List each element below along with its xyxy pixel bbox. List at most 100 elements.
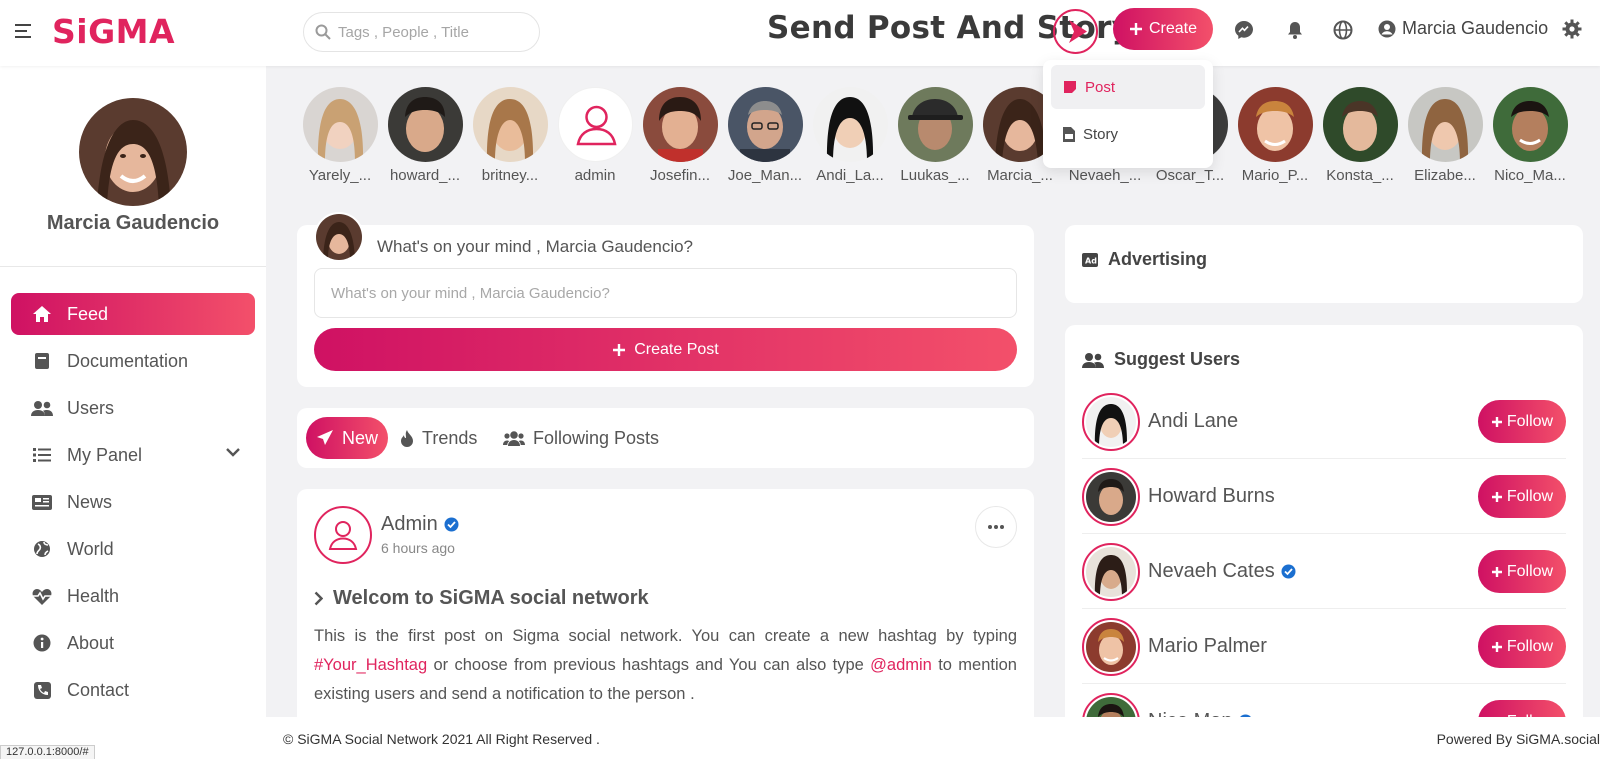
story-name: Mario_P... (1241, 167, 1309, 184)
bell-icon[interactable] (1284, 19, 1306, 41)
advertising-title-text: Advertising (1108, 249, 1208, 269)
story-avatar (1407, 87, 1483, 162)
suggested-user-avatar[interactable] (1082, 468, 1140, 526)
story-name: admin (574, 167, 616, 184)
users-icon (1082, 352, 1104, 368)
tab-label: Following Posts (533, 427, 660, 448)
tab-new[interactable]: New (306, 417, 389, 459)
story-item[interactable]: Yarely_... (301, 87, 379, 184)
suggested-user-row: Mario Palmer Follow (1082, 609, 1566, 684)
verified-icon (444, 517, 459, 532)
story-name: Nevaeh_... (1068, 167, 1142, 184)
story-name: Elizabe... (1414, 167, 1476, 184)
follow-button[interactable]: Follow (1478, 400, 1566, 443)
story-item[interactable]: Mario_P... (1236, 87, 1314, 184)
create-story-item[interactable]: Story (1051, 112, 1205, 156)
suggest-users-card: Suggest Users Andi Lane Follow Howard Bu… (1065, 325, 1583, 759)
post-author-avatar[interactable] (314, 506, 372, 564)
plus-icon (1491, 641, 1502, 652)
post-author[interactable]: Admin (381, 513, 459, 536)
story-item[interactable]: britney... (471, 87, 549, 184)
sidebar-item-feed[interactable]: Feed (11, 293, 255, 335)
sidebar-item-label: Documentation (67, 350, 189, 371)
story-item[interactable]: Konsta_... (1321, 87, 1399, 184)
more-options-button[interactable] (975, 506, 1017, 548)
story-item[interactable]: Luukas_... (896, 87, 974, 184)
follow-button[interactable]: Follow (1478, 625, 1566, 668)
story-name: Andi_La... (816, 167, 884, 184)
search-input[interactable] (338, 21, 528, 43)
suggested-user-row: Howard Burns Follow (1082, 459, 1566, 534)
sidebar-item-documentation[interactable]: Documentation (11, 340, 255, 382)
sidebar-item-health[interactable]: Health (11, 575, 255, 617)
search-icon (315, 24, 331, 40)
sidebar-item-my-panel[interactable]: My Panel (11, 434, 255, 476)
globe-icon[interactable] (1332, 19, 1354, 41)
story-name: Yarely_... (308, 167, 372, 184)
sidebar-item-users[interactable]: Users (11, 387, 255, 429)
profile-avatar[interactable] (79, 98, 187, 206)
suggested-user-name[interactable]: Mario Palmer (1148, 635, 1267, 658)
chevron-down-icon[interactable] (225, 447, 241, 457)
story-avatar (1237, 87, 1313, 162)
suggested-user-avatar[interactable] (1082, 543, 1140, 601)
story-item[interactable]: admin (556, 87, 634, 184)
mention-link[interactable]: @admin (870, 656, 932, 674)
sidebar-item-news[interactable]: News (11, 481, 255, 523)
create-post-button[interactable]: Create Post (314, 328, 1017, 371)
create-button[interactable]: Create (1113, 8, 1213, 50)
user-name-text: Howard Burns (1148, 485, 1275, 507)
follow-button[interactable]: Follow (1478, 475, 1566, 518)
post-title[interactable]: Welcom to SiGMA social network (314, 587, 649, 610)
story-name: Nico_Ma... (1494, 167, 1566, 184)
menu-icon[interactable] (15, 24, 31, 38)
messenger-icon[interactable] (1233, 19, 1255, 41)
search-box[interactable] (303, 12, 540, 52)
follow-label: Follow (1506, 637, 1554, 655)
logo[interactable]: SiGMA (52, 12, 175, 51)
sidebar-item-about[interactable]: About (11, 622, 255, 664)
story-item[interactable]: Joe_Man... (726, 87, 804, 184)
user-menu[interactable]: Marcia Gaudencio (1378, 18, 1548, 39)
suggested-user-avatar[interactable] (1082, 393, 1140, 451)
tab-label: Trends (422, 427, 478, 448)
post-composer: What's on your mind , Marcia Gaudencio? … (297, 212, 1034, 387)
plus-icon (1491, 416, 1502, 427)
sidebar-item-label: News (67, 491, 113, 512)
follow-label: Follow (1506, 412, 1554, 430)
svg-text:Ad: Ad (1085, 256, 1097, 265)
story-item[interactable]: Josefin... (641, 87, 719, 184)
phone-icon (31, 679, 53, 701)
story-avatar (727, 87, 803, 162)
hashtag-link[interactable]: #Your_Hashtag (314, 656, 427, 674)
suggested-user-name[interactable]: Nevaeh Cates (1148, 560, 1296, 583)
tab-trends[interactable]: Trends (390, 417, 487, 459)
sidebar-item-label: World (67, 538, 114, 559)
info-icon (31, 632, 53, 654)
story-item[interactable]: Nico_Ma... (1491, 87, 1569, 184)
create-post-item[interactable]: Post (1051, 65, 1205, 109)
gear-icon[interactable] (1561, 18, 1583, 40)
suggested-user-row: Andi Lane Follow (1082, 384, 1566, 459)
tab-following-posts[interactable]: Following Posts (493, 417, 669, 459)
story-avatar (897, 87, 973, 162)
sidebar-item-world[interactable]: World (11, 528, 255, 570)
suggested-user-name[interactable]: Howard Burns (1148, 485, 1275, 508)
follow-button[interactable]: Follow (1478, 550, 1566, 593)
story-item[interactable]: Andi_La... (811, 87, 889, 184)
story-item[interactable]: Elizabe... (1406, 87, 1484, 184)
copyright-text: © SiGMA Social Network 2021 All Right Re… (283, 731, 600, 747)
globe-icon (31, 538, 53, 560)
composer-input[interactable] (314, 268, 1017, 318)
ad-icon: Ad (1082, 252, 1098, 267)
suggested-user-avatar[interactable] (1082, 618, 1140, 676)
profile-name: Marcia Gaudencio (46, 212, 220, 234)
suggested-user-name[interactable]: Andi Lane (1148, 410, 1238, 433)
advertising-card: Ad Advertising (1065, 225, 1583, 303)
plus-icon (1129, 23, 1142, 35)
advertising-title: Ad Advertising (1082, 249, 1207, 270)
story-item[interactable]: howard_... (386, 87, 464, 184)
sidebar-item-contact[interactable]: Contact (11, 669, 255, 711)
powered-by-link[interactable]: Powered By SiGMA.social (1437, 731, 1600, 747)
story-avatar (812, 87, 888, 162)
